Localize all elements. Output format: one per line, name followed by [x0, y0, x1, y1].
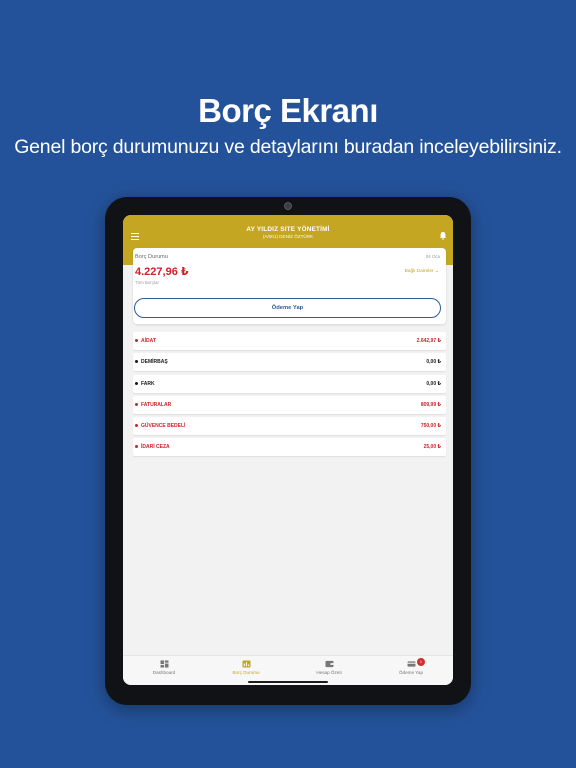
bullet-icon	[135, 381, 138, 385]
debt-amount: 809,99 ₺	[420, 401, 441, 408]
pay-button[interactable]: Ödeme Yap	[134, 298, 441, 318]
debt-amount: 25,00 ₺	[423, 444, 441, 451]
bullet-icon	[135, 402, 138, 406]
tablet-frame: AY YILDIZ SITE YÖNETİMİ (A/001) DENİZ ÖZ…	[105, 197, 471, 705]
debt-summary-card: Borç Durumu 04 Oca 4.227,96 ₺ Tüm Borçla…	[133, 248, 446, 324]
nav-item[interactable]: Borç Durumu	[206, 660, 286, 675]
promo-title: Borç Ekranı	[198, 92, 378, 129]
home-indicator	[248, 681, 328, 683]
debt-name: FARK	[141, 380, 155, 387]
debt-amount: 2.642,97 ₺	[416, 338, 441, 344]
nav-item[interactable]: Hesap Özeti	[289, 660, 369, 675]
debt-name: AİDAT	[141, 338, 156, 344]
bullet-icon	[135, 360, 138, 364]
nav-label: Dashboard	[152, 670, 176, 675]
nav-label: Ödeme Yap	[398, 670, 424, 675]
notification-badge: 1	[417, 658, 425, 666]
debt-row[interactable]: İDARİ CEZA 25,00 ₺	[133, 438, 446, 457]
debt-name: DEMİRBAŞ	[141, 359, 168, 366]
debt-row[interactable]: FARK 0,00 ₺	[133, 374, 446, 393]
debt-list: AİDAT 2.642,97 ₺ DEMİRBAŞ 0,00 ₺ FARK 0,00 ₺ F…	[133, 332, 446, 460]
summary-label: Borç Durumu	[135, 254, 168, 260]
total-debt-caption: Tüm Borçlar	[135, 280, 159, 285]
debt-row[interactable]: AİDAT 2.642,97 ₺	[133, 332, 446, 350]
payment-icon	[371, 660, 451, 668]
debt-row[interactable]: DEMİRBAŞ 0,00 ₺	[133, 353, 446, 372]
debt-name: GÜVENCE BEDELİ	[141, 423, 186, 430]
bell-icon[interactable]	[439, 231, 447, 240]
bullet-icon	[135, 445, 138, 449]
total-debt-amount: 4.227,96 ₺	[135, 266, 189, 278]
site-name: AY YILDIZ SITE YÖNETİMİ	[246, 226, 330, 233]
nav-item[interactable]: Dashboard	[124, 660, 204, 675]
nav-item[interactable]: Ödeme Yap 1	[371, 658, 451, 675]
bullet-icon	[135, 339, 138, 342]
debt-amount: 0,00 ₺	[426, 359, 441, 366]
debt-name: İDARİ CEZA	[141, 444, 170, 451]
camera-icon	[284, 202, 292, 210]
resident-name: (A/001) DENİZ ÖZTÜRK	[262, 234, 314, 239]
debt-name: FATURALAR	[141, 401, 172, 408]
nav-label: Hesap Özeti	[316, 670, 342, 675]
wallet-icon	[289, 660, 369, 668]
app-screen: AY YILDIZ SITE YÖNETİMİ (A/001) DENİZ ÖZ…	[123, 215, 453, 685]
header-center: AY YILDIZ SITE YÖNETİMİ (A/001) DENİZ ÖZ…	[123, 226, 453, 239]
debt-row[interactable]: FATURALAR 809,99 ₺	[133, 395, 446, 414]
bullet-icon	[135, 424, 138, 428]
nav-label: Borç Durumu	[232, 670, 260, 675]
debt-amount: 0,00 ₺	[426, 380, 441, 387]
promo-subtitle: Genel borç durumunuzu ve detaylarını bur…	[14, 136, 562, 158]
summary-date: 04 Oca	[425, 254, 440, 259]
dashboard-icon	[124, 660, 204, 668]
linked-apartments-dropdown[interactable]: Bağlı Daireler ⌄	[405, 269, 439, 274]
debt-amount: 750,00 ₺	[420, 423, 441, 430]
debt-row[interactable]: GÜVENCE BEDELİ 750,00 ₺	[133, 417, 446, 436]
debt-status-icon	[206, 660, 286, 668]
